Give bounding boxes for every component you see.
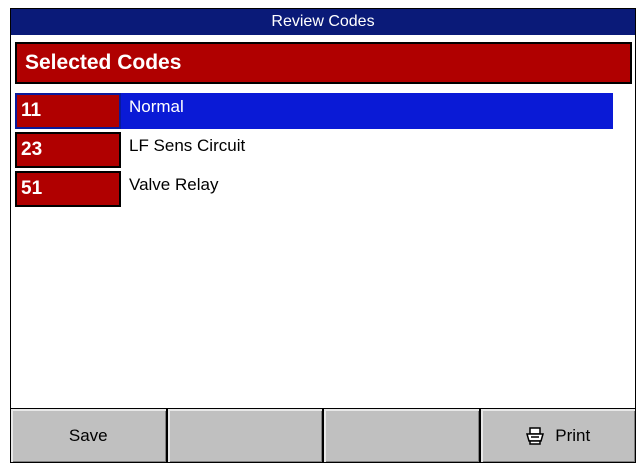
- printer-icon: [525, 426, 545, 445]
- selected-codes-header: Selected Codes: [15, 42, 632, 84]
- code-row[interactable]: 11 Normal: [15, 93, 613, 129]
- print-button[interactable]: Print: [481, 409, 636, 462]
- code-description: Valve Relay: [129, 175, 219, 194]
- print-button-label: Print: [555, 425, 591, 445]
- blank-button-2[interactable]: [324, 409, 481, 462]
- footer-toolbar: Save Print: [11, 408, 635, 462]
- save-button-label: Save: [68, 425, 108, 445]
- review-codes-window: Review Codes Selected Codes 11 Normal 23…: [10, 8, 636, 463]
- code-row[interactable]: 51 Valve Relay: [15, 171, 613, 207]
- code-description: Normal: [121, 93, 613, 129]
- save-button[interactable]: Save: [11, 409, 168, 462]
- code-description: LF Sens Circuit: [129, 136, 246, 155]
- code-number: 23: [15, 132, 121, 168]
- window-title: Review Codes: [11, 9, 635, 35]
- code-row[interactable]: 23 LF Sens Circuit: [15, 132, 613, 168]
- code-number: 51: [15, 171, 121, 207]
- code-number: 11: [15, 93, 121, 129]
- blank-button-1[interactable]: [168, 409, 324, 462]
